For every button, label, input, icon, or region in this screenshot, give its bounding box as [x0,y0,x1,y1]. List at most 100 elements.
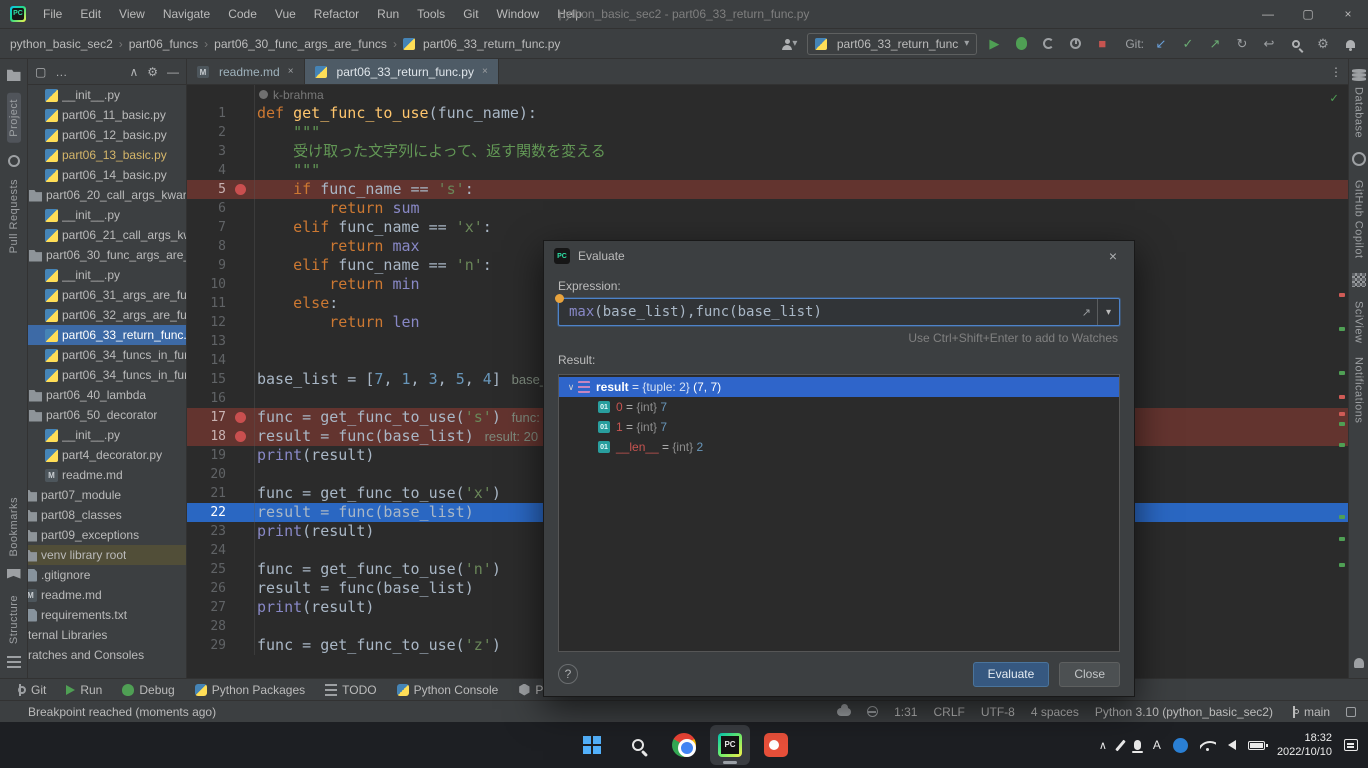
bookmark-flag-icon[interactable] [7,569,21,583]
hide-panel-icon[interactable]: — [167,65,179,79]
breadcrumb-item[interactable]: part06_33_return_func.py [401,37,562,51]
debug-button[interactable] [1011,33,1031,55]
project-tree-item[interactable]: part4_decorator.py [28,445,186,465]
settings-button[interactable]: ⚙ [1313,33,1333,55]
project-tree-item[interactable]: part06_34_funcs_in_funcs.py [28,365,186,385]
chevron-right-icon[interactable]: › [28,390,29,401]
menu-window[interactable]: Window [488,0,549,28]
dialog-close-icon[interactable]: × [1102,248,1124,264]
code-line[interactable]: 3 受け取った文字列によって、返す関数を変える [187,142,1348,161]
gutter[interactable]: 16 [187,389,255,408]
onedrive-icon[interactable] [1173,738,1188,753]
tool-button-database[interactable]: Database [1353,87,1365,138]
history-button[interactable]: ↻ [1232,33,1252,55]
profiler-button[interactable] [1065,33,1085,55]
globe-icon[interactable] [867,706,878,717]
python-interpreter[interactable]: Python 3.10 (python_basic_sec2) [1095,705,1273,719]
stop-button[interactable]: ■ [1092,33,1112,55]
project-tree-item[interactable]: part06_13_basic.py [28,145,186,165]
more-options-icon[interactable]: … [55,65,67,79]
dialog-close-button[interactable]: Close [1059,662,1120,687]
gutter[interactable]: 7 [187,218,255,237]
minimize-button[interactable]: — [1248,0,1288,28]
breakpoint-icon[interactable] [226,184,254,195]
project-tree-item[interactable]: part06_33_return_func.py [28,325,186,345]
collapse-all-icon[interactable]: ∧ [129,65,138,79]
gutter[interactable]: 15 [187,370,255,389]
red-app-button[interactable] [756,725,796,765]
project-tree-item[interactable]: readme.md [28,585,186,605]
toolwindow-button-debug[interactable]: Debug [122,683,174,697]
toolwindow-button-python-console[interactable]: Python Console [397,683,499,697]
project-tree-item[interactable]: ›part09_exceptions [28,525,186,545]
menu-navigate[interactable]: Navigate [154,0,219,28]
notification-center-icon[interactable] [1344,739,1358,751]
gutter[interactable]: 6 [187,199,255,218]
notifications-bell-icon[interactable] [1354,658,1364,668]
update-project-button[interactable]: ↙ [1151,33,1171,55]
toolwindow-button-todo[interactable]: TODO [325,683,376,697]
indent-style[interactable]: 4 spaces [1031,705,1079,719]
tool-button-pull-requests[interactable]: Pull Requests [8,179,20,253]
pycharm-app-button[interactable] [710,725,750,765]
project-tree-item[interactable]: part06_14_basic.py [28,165,186,185]
expression-input[interactable]: max(base_list),func(base_list) ↗ ▾ [558,298,1120,326]
result-tree-row[interactable]: 010 = {int} 7 [559,397,1119,417]
dialog-title-bar[interactable]: PC Evaluate × [544,241,1134,271]
taskbar-search-button[interactable] [618,725,658,765]
gutter[interactable]: 25 [187,560,255,579]
run-config-select[interactable]: part06_33_return_func ▾ [807,33,977,55]
project-tree-item[interactable]: ∨part06_20_call_args_kwargs [28,185,186,205]
project-tree-item[interactable]: part06_12_basic.py [28,125,186,145]
toolwindow-button-run[interactable]: Run [66,683,102,697]
project-tree-item[interactable]: part06_34_funcs_in_funcs.py [28,345,186,365]
volume-icon[interactable] [1228,740,1236,750]
gutter[interactable]: 5 [187,180,255,199]
structure-icon[interactable] [7,656,21,670]
chevron-down-icon[interactable]: ∨ [28,250,29,261]
editor-tab[interactable]: readme.md× [187,59,305,84]
gutter[interactable]: 4 [187,161,255,180]
menu-refactor[interactable]: Refactor [305,0,368,28]
tool-button-bookmarks[interactable]: Bookmarks [8,497,20,557]
gutter[interactable]: 27 [187,598,255,617]
gutter[interactable]: 3 [187,142,255,161]
tool-button-notifications[interactable]: Notifications [1353,357,1365,423]
gutter[interactable]: 28 [187,617,255,636]
project-tree-item[interactable]: __init__.py [28,85,186,105]
editor-tab[interactable]: part06_33_return_func.py× [305,59,499,84]
gutter[interactable]: 29 [187,636,255,655]
project-tree-item[interactable]: ›part08_classes [28,505,186,525]
run-button[interactable]: ▶ [984,33,1004,55]
menu-file[interactable]: File [34,0,71,28]
gutter[interactable]: 13 [187,332,255,351]
close-button[interactable]: × [1328,0,1368,28]
menu-tools[interactable]: Tools [408,0,454,28]
project-tree-item[interactable]: requirements.txt [28,605,186,625]
tab-options-icon[interactable]: ⋮ [1324,59,1348,84]
gutter[interactable]: 26 [187,579,255,598]
project-tree-item[interactable]: .gitignore [28,565,186,585]
result-tree-row[interactable]: 01__len__ = {int} 2 [559,437,1119,457]
code-line[interactable]: 7 elif func_name == 'x': [187,218,1348,237]
gutter[interactable]: 17 [187,408,255,427]
project-tree-item[interactable]: part06_32_args_are_funcs.py [28,305,186,325]
project-tree-item[interactable]: ›part06_40_lambda [28,385,186,405]
project-tree-item[interactable]: ›part06_50_decorator [28,405,186,425]
breadcrumb-item[interactable]: python_basic_sec2 [8,37,115,51]
expression-text[interactable]: max(base_list),func(base_list) [559,304,1076,320]
tool-button-copilot[interactable]: GitHub Copilot [1353,180,1365,259]
search-everywhere-button[interactable] [1286,33,1306,55]
project-tree-item[interactable]: part06_31_args_are_funcs.py [28,285,186,305]
chevron-right-icon[interactable]: › [28,410,29,421]
project-view-icon[interactable]: ▢ [35,65,46,79]
tray-expand-icon[interactable]: ∧ [1099,739,1107,752]
toolwindow-button-python-packages[interactable]: Python Packages [195,683,305,697]
menu-git[interactable]: Git [454,0,487,28]
code-line[interactable]: 4 """ [187,161,1348,180]
cloud-icon[interactable] [837,708,851,716]
gutter[interactable]: 11 [187,294,255,313]
close-icon[interactable]: × [288,66,294,77]
chevron-down-icon[interactable]: ∨ [28,190,29,201]
gutter[interactable]: 8 [187,237,255,256]
